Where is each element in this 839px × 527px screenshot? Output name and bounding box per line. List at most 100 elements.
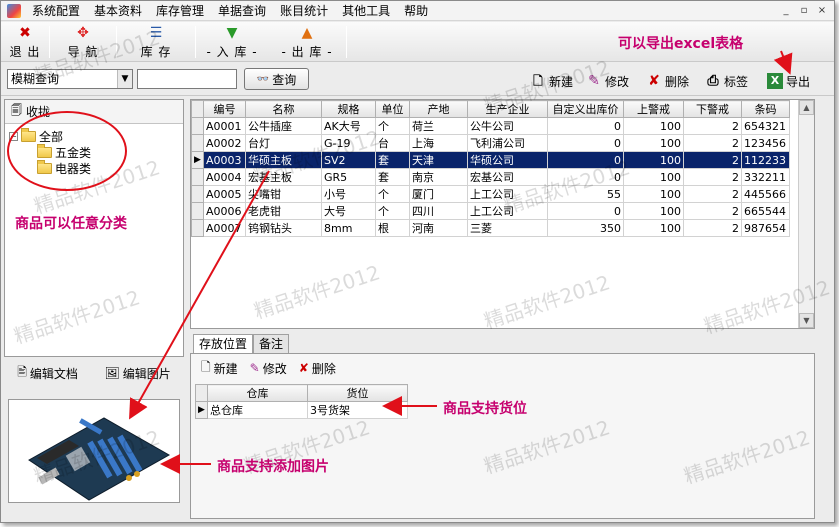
table-cell[interactable]: 上海 [409,134,468,152]
chevron-down-icon[interactable]: ▼ [117,70,132,88]
table-cell[interactable]: 尖嘴钳 [245,185,322,203]
table-cell[interactable]: AK大号 [321,117,376,135]
tab-storage-location[interactable]: 存放位置 [193,334,254,354]
table-cell[interactable]: 大号 [321,202,376,220]
table-cell[interactable]: 332211 [741,168,790,186]
table-cell[interactable]: 55 [547,185,624,203]
delete-button[interactable]: ✘ 删除 [646,72,689,90]
query-mode-select[interactable]: 模糊查询 ▼ [7,69,133,89]
column-header-barcode[interactable]: 条码 [741,100,790,118]
table-cell[interactable]: A0001 [203,117,246,135]
table-cell[interactable]: 123456 [741,134,790,152]
search-input[interactable] [137,69,237,89]
table-cell[interactable]: GR5 [321,168,376,186]
table-cell[interactable]: 华硕主板 [245,151,322,169]
table-cell[interactable]: 100 [623,168,684,186]
table-cell[interactable]: 100 [623,185,684,203]
query-button[interactable]: 👓 查询 [244,68,309,90]
close-button[interactable]: × [814,4,830,18]
edit-image-button[interactable]: 🖼 编辑图片 [104,365,170,382]
table-cell[interactable]: 老虎钳 [245,202,322,220]
table-cell[interactable]: 2 [683,168,742,186]
stock-out-button[interactable]: ▲ - 出 库 - [268,22,346,62]
row-indicator[interactable] [191,202,204,220]
table-cell[interactable]: A0003 [203,151,246,169]
menu-doc-query[interactable]: 单据查询 [211,1,273,21]
table-cell[interactable]: 台 [375,134,410,152]
table-cell[interactable]: 四川 [409,202,468,220]
column-header-spec[interactable]: 规格 [321,100,376,118]
table-cell[interactable]: 0 [547,151,624,169]
table-cell[interactable]: 三菱 [467,219,548,237]
column-header-code[interactable]: 编号 [203,100,246,118]
table-cell[interactable]: 上工公司 [467,185,548,203]
table-cell[interactable]: 100 [623,117,684,135]
table-cell[interactable]: 个 [375,185,410,203]
menu-inventory[interactable]: 库存管理 [149,1,211,21]
table-cell[interactable]: 飞利浦公司 [467,134,548,152]
table-cell[interactable]: 宏基主板 [245,168,322,186]
table-cell[interactable]: 112233 [741,151,790,169]
table-cell[interactable]: A0005 [203,185,246,203]
table-cell[interactable]: 南京 [409,168,468,186]
table-row[interactable]: A0002 台灯 G-19 台上海 飞利浦公司 0 100 2 123456 [191,134,790,152]
column-header-manufacturer[interactable]: 生产企业 [467,100,548,118]
current-row-indicator-icon[interactable]: ▶ [195,401,208,419]
storage-cell[interactable]: 3号货架 [307,401,408,419]
restore-button[interactable]: ▫ [796,4,812,18]
menu-help[interactable]: 帮助 [397,1,435,21]
table-cell[interactable]: 2 [683,151,742,169]
tab-remarks[interactable]: 备注 [253,334,290,354]
scroll-down-icon[interactable]: ▼ [799,313,814,328]
table-cell[interactable]: 公牛公司 [467,117,548,135]
menu-accounts[interactable]: 账目统计 [273,1,335,21]
table-cell[interactable]: 100 [623,134,684,152]
table-cell[interactable]: 河南 [409,219,468,237]
table-cell[interactable]: A0004 [203,168,246,186]
table-cell[interactable]: 350 [547,219,624,237]
table-cell[interactable]: 小号 [321,185,376,203]
table-row[interactable]: A0001 公牛插座 AK大号个荷兰 公牛公司 0 100 2 654321 [191,117,790,135]
table-cell[interactable]: 公牛插座 [245,117,322,135]
row-indicator[interactable] [191,185,204,203]
table-cell[interactable]: 天津 [409,151,468,169]
table-cell[interactable]: 0 [547,134,624,152]
table-cell[interactable]: 2 [683,117,742,135]
storage-delete-button[interactable]: ✘ 删除 [299,360,336,377]
new-button[interactable]: 🗋 新建 [530,72,573,90]
table-row[interactable]: A0006 老虎钳 大号个四川 上工公司 0 100 2 665544 [191,202,790,220]
table-cell[interactable]: 上工公司 [467,202,548,220]
storage-new-button[interactable]: 🗋 新建 [201,358,238,379]
table-cell[interactable]: 厦门 [409,185,468,203]
storage-cell[interactable]: 总仓库 [207,401,308,419]
table-cell[interactable]: 100 [623,219,684,237]
table-cell[interactable]: 根 [375,219,410,237]
column-header-unit[interactable]: 单位 [375,100,410,118]
table-cell[interactable]: 2 [683,185,742,203]
table-row[interactable]: A0007 钨钢钻头 8mm 根河南 三菱 350 100 2 987654 [191,219,790,237]
row-indicator[interactable] [191,134,204,152]
column-header-lower-limit[interactable]: 下警戒 [683,100,742,118]
table-cell[interactable]: A0007 [203,219,246,237]
row-indicator[interactable] [191,168,204,186]
table-cell[interactable]: 100 [623,202,684,220]
column-header-name[interactable]: 名称 [245,100,322,118]
table-cell[interactable]: 0 [547,117,624,135]
table-cell[interactable]: A0002 [203,134,246,152]
table-cell[interactable]: 个 [375,202,410,220]
row-indicator[interactable] [191,117,204,135]
table-row[interactable]: A0005 尖嘴钳 小号个厦门 上工公司 55 100 2 445566 [191,185,790,203]
table-cell[interactable]: A0006 [203,202,246,220]
table-cell[interactable]: 2 [683,134,742,152]
edit-button[interactable]: ✎ 修改 [586,72,629,90]
storage-edit-button[interactable]: ✎ 修改 [250,360,287,377]
table-cell[interactable]: 2 [683,202,742,220]
vertical-scrollbar[interactable]: ▲ ▼ [798,100,814,328]
menu-tools[interactable]: 其他工具 [335,1,397,21]
column-header-location[interactable]: 货位 [307,384,408,402]
menu-basic-data[interactable]: 基本资料 [87,1,149,21]
column-header-warehouse[interactable]: 仓库 [207,384,308,402]
table-cell[interactable]: 445566 [741,185,790,203]
table-cell[interactable]: 个 [375,117,410,135]
column-header-custom-price[interactable]: 自定义出库价 [547,100,624,118]
